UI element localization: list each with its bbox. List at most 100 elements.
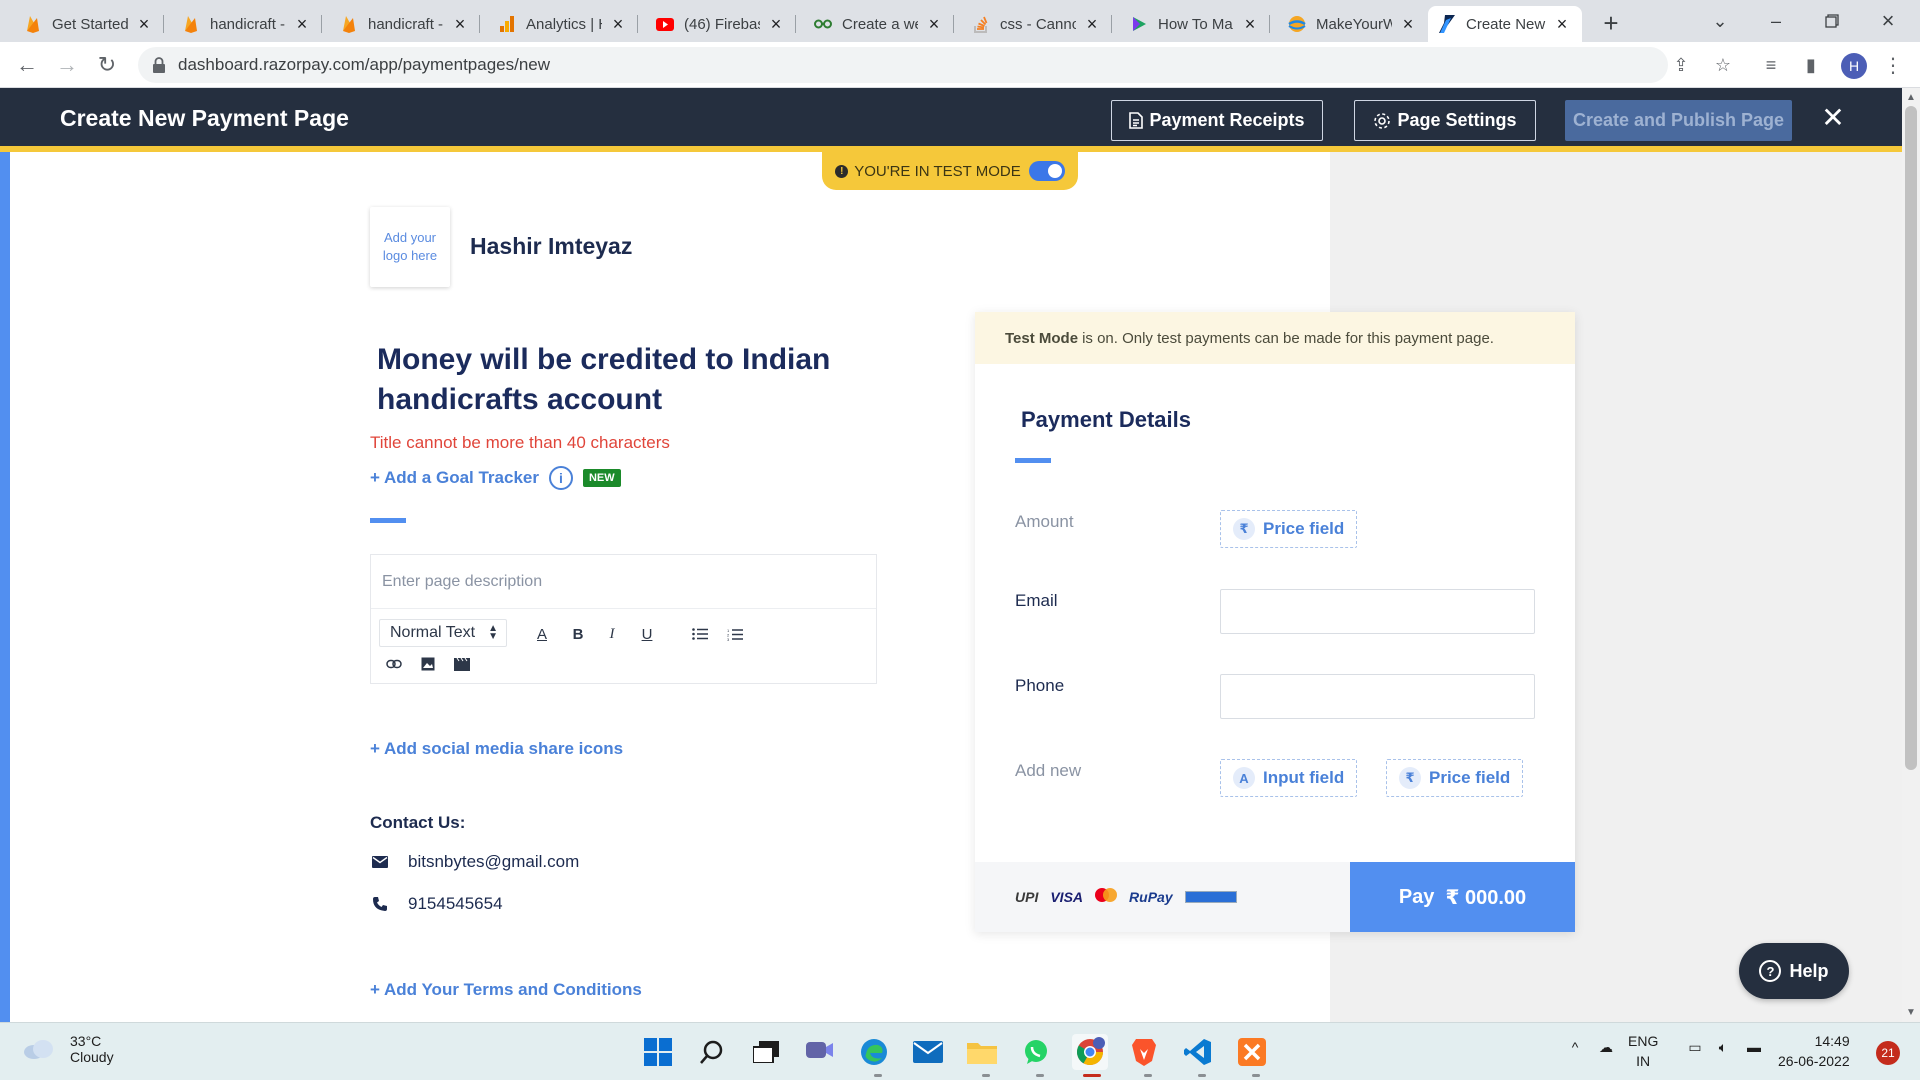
payment-receipts-button[interactable]: Payment Receipts — [1111, 100, 1323, 141]
file-explorer-icon[interactable] — [964, 1034, 1000, 1070]
close-icon[interactable]: × — [134, 14, 154, 34]
create-publish-button[interactable]: Create and Publish Page — [1565, 100, 1792, 141]
browser-tab[interactable]: Analytics | H × — [488, 6, 638, 42]
page-settings-button[interactable]: Page Settings — [1354, 100, 1536, 141]
bold-icon[interactable]: B — [567, 623, 589, 645]
italic-icon[interactable]: I — [601, 623, 623, 645]
video-icon[interactable] — [451, 653, 473, 675]
logo-upload[interactable]: Add your logo here — [370, 207, 450, 287]
youtube-icon — [656, 15, 674, 33]
media-control-icon[interactable]: ≡ — [1758, 52, 1784, 78]
browser-tab[interactable]: (46) Firebas × — [646, 6, 796, 42]
teams-chat-icon[interactable] — [802, 1034, 838, 1070]
battery-icon[interactable]: ▬ — [1742, 1039, 1766, 1055]
browser-tab[interactable]: Get Started × — [14, 6, 164, 42]
description-input[interactable]: Enter page description — [371, 555, 876, 609]
close-icon[interactable]: × — [924, 14, 944, 34]
clock[interactable]: 14:49 26-06-2022 — [1778, 1031, 1850, 1071]
close-window-button[interactable]: × — [1860, 0, 1916, 42]
browser-tab-active[interactable]: Create New × — [1428, 6, 1582, 42]
info-icon[interactable]: i — [548, 466, 573, 490]
address-bar[interactable]: dashboard.razorpay.com/app/paymentpages/… — [138, 47, 1668, 83]
tab-search-chevron-icon[interactable]: ⌄ — [1692, 0, 1748, 42]
network-icon[interactable]: ▭ — [1684, 1039, 1706, 1056]
text-color-icon[interactable]: A — [531, 623, 553, 645]
notification-badge[interactable]: 21 — [1876, 1041, 1900, 1065]
restore-button[interactable] — [1804, 0, 1860, 42]
xampp-icon[interactable] — [1234, 1034, 1270, 1070]
add-goal-tracker-link[interactable]: + Add a Goal Tracker i NEW — [370, 466, 621, 490]
rupee-icon: ₹ — [1399, 767, 1421, 789]
close-icon[interactable]: × — [766, 14, 786, 34]
browser-tab[interactable]: How To Ma × — [1120, 6, 1270, 42]
close-icon[interactable]: × — [450, 14, 470, 34]
windows-start-icon[interactable] — [640, 1034, 676, 1070]
share-icon[interactable]: ⇪ — [1668, 52, 1694, 78]
bookmark-star-icon[interactable]: ☆ — [1710, 52, 1736, 78]
text-style-select[interactable]: Normal Text ▲ ▼ — [379, 619, 507, 647]
help-button[interactable]: ? Help — [1739, 943, 1849, 999]
back-arrow-icon[interactable]: ← — [12, 50, 42, 80]
email-field[interactable] — [1220, 589, 1535, 634]
minimize-button[interactable]: – — [1748, 0, 1804, 42]
pay-button[interactable]: Pay ₹ 000.00 — [1350, 862, 1575, 932]
weather-widget[interactable]: 33°C Cloudy — [22, 1033, 114, 1065]
browser-tab[interactable]: handicraft - × — [172, 6, 322, 42]
image-icon[interactable] — [417, 653, 439, 675]
task-view-icon[interactable] — [748, 1034, 784, 1070]
forward-arrow-icon[interactable]: → — [52, 50, 82, 80]
close-icon[interactable]: × — [1240, 14, 1260, 34]
more-menu-icon[interactable]: ⋮ — [1880, 52, 1906, 78]
contact-email[interactable]: bitsnbytes@gmail.com — [370, 852, 579, 872]
chrome-icon[interactable] — [1072, 1034, 1108, 1070]
phone-label: Phone — [1015, 676, 1065, 695]
link-icon[interactable] — [383, 653, 405, 675]
edge-icon[interactable] — [856, 1034, 892, 1070]
add-social-icons-link[interactable]: + Add social media share icons — [370, 739, 623, 759]
volume-icon[interactable]: 🔈︎ — [1712, 1039, 1734, 1056]
close-icon[interactable]: × — [292, 14, 312, 34]
language-indicator[interactable]: ENG IN — [1628, 1031, 1658, 1071]
add-price-field-chip[interactable]: ₹ Price field — [1386, 759, 1524, 797]
mail-icon[interactable] — [910, 1034, 946, 1070]
underline-icon[interactable]: U — [636, 623, 658, 645]
test-mode-toggle[interactable] — [1028, 161, 1065, 181]
page-settings-label: Page Settings — [1397, 110, 1517, 130]
close-icon[interactable]: × — [1552, 14, 1572, 34]
add-terms-link[interactable]: + Add Your Terms and Conditions — [370, 980, 642, 1000]
whatsapp-icon[interactable] — [1018, 1034, 1054, 1070]
bullet-list-icon[interactable] — [689, 623, 711, 645]
reload-icon[interactable]: ↻ — [92, 50, 122, 80]
browser-tab[interactable]: MakeYourW × — [1278, 6, 1428, 42]
side-panel-icon[interactable]: ▮ — [1798, 52, 1824, 78]
contact-phone[interactable]: 9154545654 — [370, 894, 503, 914]
phone-field[interactable] — [1220, 674, 1535, 719]
vscode-icon[interactable] — [1180, 1034, 1216, 1070]
chevron-up-icon[interactable]: ^ — [1565, 1039, 1585, 1055]
amount-price-field-chip[interactable]: ₹ Price field — [1220, 510, 1358, 548]
numbered-list-icon[interactable]: 123 — [724, 623, 746, 645]
search-icon[interactable] — [694, 1034, 730, 1070]
profile-avatar[interactable]: H — [1841, 53, 1867, 79]
browser-tab[interactable]: handicraft - × — [330, 6, 480, 42]
new-tab-button[interactable]: + — [1596, 8, 1626, 38]
tab-label: handicraft - — [210, 15, 286, 33]
browser-tab[interactable]: css - Canno × — [962, 6, 1112, 42]
onedrive-icon[interactable]: ☁ — [1594, 1039, 1618, 1056]
language-line2: IN — [1636, 1053, 1651, 1069]
payment-page-title-input[interactable]: Money will be credited to Indian handicr… — [377, 340, 897, 420]
tab-label: handicraft - — [368, 15, 444, 33]
scrollbar-thumb[interactable] — [1905, 106, 1917, 770]
scroll-up-icon[interactable]: ▲ — [1904, 90, 1918, 104]
analytics-icon — [498, 15, 516, 33]
scroll-down-icon[interactable]: ▼ — [1904, 1005, 1918, 1019]
browser-tab[interactable]: Create a we × — [804, 6, 954, 42]
close-icon[interactable]: × — [608, 14, 628, 34]
close-icon[interactable]: × — [1082, 14, 1102, 34]
close-icon[interactable]: ✕ — [1818, 102, 1848, 133]
close-icon[interactable]: × — [1398, 14, 1418, 34]
title-error-message: Title cannot be more than 40 characters — [370, 433, 670, 452]
add-input-field-chip[interactable]: A Input field — [1220, 759, 1358, 797]
brave-icon[interactable] — [1126, 1034, 1162, 1070]
text-style-value: Normal Text — [390, 624, 476, 641]
